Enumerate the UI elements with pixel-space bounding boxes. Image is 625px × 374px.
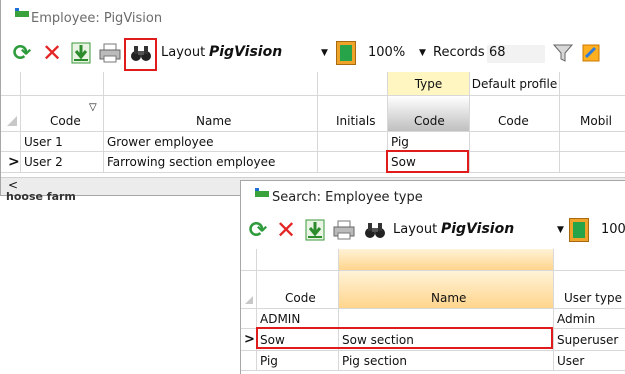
print-icon[interactable] xyxy=(97,40,123,66)
employee-type-grid: Code Name User type ADMIN Admin > Sow So… xyxy=(241,249,625,374)
type-name-cell[interactable]: Sow section xyxy=(339,329,554,351)
layout-select[interactable]: PigVision xyxy=(441,221,514,237)
code-group-header xyxy=(257,249,339,271)
app-icon xyxy=(15,8,29,17)
initials-column-label: Initials xyxy=(336,114,376,128)
employee-profile-cell[interactable] xyxy=(470,132,560,152)
search-app-icon xyxy=(255,188,269,197)
type-code-cell[interactable]: ADMIN xyxy=(257,309,339,329)
type-code-cell[interactable]: Sow xyxy=(257,329,339,351)
mobil-column-header[interactable]: Mobil xyxy=(560,96,625,132)
search-window: Search: Employee type ⟳ ✕ Layout PigVisi… xyxy=(240,180,625,374)
search-window-titlebar: Search: Employee type xyxy=(241,181,625,211)
user-type-column-header[interactable]: User type xyxy=(554,271,625,309)
name-column-label: Name xyxy=(196,114,232,128)
delete-icon[interactable]: ✕ xyxy=(273,216,299,244)
row-header-column xyxy=(1,96,21,132)
name-column-header[interactable]: Name xyxy=(339,271,554,309)
export-icon[interactable] xyxy=(303,217,327,243)
layout-select[interactable]: PigVision xyxy=(209,44,282,60)
type-code-column-header[interactable]: Code xyxy=(388,96,470,132)
employee-name-cell[interactable]: Farrowing section employee xyxy=(104,152,318,173)
user-type-group-header xyxy=(554,249,625,271)
user-type-cell[interactable]: Superuser xyxy=(554,329,625,351)
current-row-marker[interactable]: > xyxy=(241,329,257,351)
type-name-cell[interactable] xyxy=(339,309,554,329)
employee-code-cell[interactable]: User 1 xyxy=(21,132,104,152)
layout-label: Layout xyxy=(393,222,438,237)
employee-window: Employee: PigVision ⟳ ✕ Layout PigVision… xyxy=(0,0,625,196)
search-toolbar: ⟳ ✕ Layout PigVision ▼ 100 xyxy=(241,215,625,245)
employee-mobil-cell[interactable] xyxy=(560,132,625,152)
employee-window-titlebar: Employee: PigVision xyxy=(1,0,625,34)
mobil-column-label: Mobil xyxy=(580,114,612,128)
binoculars-icon[interactable] xyxy=(129,40,153,66)
code-column-label: Code xyxy=(285,291,316,305)
profile-code-column-label: Code xyxy=(498,114,529,128)
layout-label: Layout xyxy=(161,45,206,60)
employee-type-cell[interactable]: Pig xyxy=(388,132,470,152)
zoom-value[interactable]: 100 xyxy=(601,222,625,237)
layout-dropdown-icon[interactable]: ▼ xyxy=(557,225,564,235)
records-label: Records xyxy=(433,45,485,60)
profile-code-column-header[interactable]: Code xyxy=(470,96,560,132)
print-icon[interactable] xyxy=(331,217,357,243)
user-type-column-label: User type xyxy=(564,291,622,305)
code-group-header xyxy=(21,72,104,96)
employee-name-cell[interactable]: Grower employee xyxy=(104,132,318,152)
code-column-header[interactable]: Code xyxy=(257,271,339,309)
code-column-header[interactable]: Code ▽ xyxy=(21,96,104,132)
name-column-header[interactable]: Name xyxy=(104,96,318,132)
name-group-header xyxy=(339,249,554,271)
employee-window-title: Employee: PigVision xyxy=(31,11,163,26)
row-selector[interactable] xyxy=(241,309,257,329)
row-header-corner xyxy=(1,72,21,96)
records-count: 68 xyxy=(487,45,545,63)
initials-column-header[interactable]: Initials xyxy=(318,96,388,132)
refresh-icon[interactable]: ⟳ xyxy=(245,217,271,243)
layout-icon[interactable] xyxy=(569,218,589,242)
sort-descending-icon[interactable]: ▽ xyxy=(89,102,97,113)
employee-initials-cell[interactable] xyxy=(318,132,388,152)
binoculars-icon[interactable] xyxy=(363,217,387,243)
type-code-cell[interactable]: Pig xyxy=(257,351,339,371)
layout-dropdown-icon[interactable]: ▼ xyxy=(321,48,328,58)
employee-profile-cell[interactable] xyxy=(470,152,560,173)
employee-type-cell[interactable]: Sow xyxy=(388,152,470,173)
code-column-label: Code xyxy=(50,114,81,128)
type-group-header: Type xyxy=(388,72,470,96)
default-profile-group-header: Default profile xyxy=(470,72,560,96)
export-icon[interactable] xyxy=(69,40,93,66)
delete-icon[interactable]: ✕ xyxy=(39,39,65,67)
filter-icon[interactable] xyxy=(551,40,575,66)
zoom-value[interactable]: 100% xyxy=(368,45,405,60)
name-column-label: Name xyxy=(431,291,467,305)
choose-farm-partial-label: hoose farm xyxy=(6,190,76,203)
settings-icon[interactable] xyxy=(579,40,603,66)
current-row-marker[interactable]: > xyxy=(1,152,21,173)
type-name-cell[interactable]: Pig section xyxy=(339,351,554,371)
row-header-column xyxy=(241,271,257,309)
employee-grid: Type Default profile Code ▽ Name Initial… xyxy=(1,72,625,182)
row-selector[interactable] xyxy=(241,351,257,371)
user-type-cell[interactable]: Admin xyxy=(554,309,625,329)
user-type-cell[interactable]: User xyxy=(554,351,625,371)
row-selector[interactable] xyxy=(1,132,21,152)
employee-code-cell[interactable]: User 2 xyxy=(21,152,104,173)
refresh-icon[interactable]: ⟳ xyxy=(9,40,35,66)
employee-initials-cell[interactable] xyxy=(318,152,388,173)
employee-toolbar: ⟳ ✕ Layout PigVision ▼ 100% ▼ Records 68 xyxy=(1,38,625,68)
type-code-column-label: Code xyxy=(414,114,445,128)
row-header-corner xyxy=(241,249,257,271)
employee-mobil-cell[interactable] xyxy=(560,152,625,173)
name-group-header xyxy=(104,72,318,96)
zoom-dropdown-icon[interactable]: ▼ xyxy=(419,48,426,58)
layout-icon[interactable] xyxy=(336,41,356,65)
initials-group-header xyxy=(318,72,388,96)
search-window-title: Search: Employee type xyxy=(272,190,423,205)
mobil-group-header xyxy=(560,72,625,96)
